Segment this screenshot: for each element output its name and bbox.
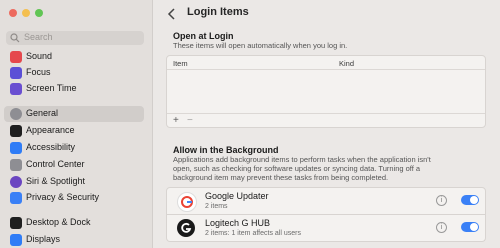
- sidebar-item-label: Displays: [26, 234, 61, 244]
- control-center-icon: [10, 159, 22, 171]
- minimize-window-button[interactable]: [22, 9, 30, 17]
- speaker-icon: [10, 51, 22, 63]
- main-content: Login Items Open at Login These items wi…: [153, 0, 500, 248]
- sidebar-item-screen-time[interactable]: Screen Time: [4, 81, 144, 97]
- sidebar-item-label: Desktop & Dock: [26, 217, 91, 227]
- moon-icon: [10, 67, 22, 79]
- login-items-table: Item Kind + −: [166, 55, 486, 128]
- sidebar-item-label: Privacy & Security: [26, 192, 100, 202]
- logitech-g-hub-icon: [177, 219, 195, 237]
- info-icon[interactable]: i: [436, 195, 447, 206]
- app-name: Logitech G HUB: [205, 218, 271, 228]
- search-placeholder: Search: [24, 32, 53, 42]
- appearance-icon: [10, 125, 22, 137]
- remove-login-item-button[interactable]: −: [187, 115, 193, 126]
- column-header-item[interactable]: Item: [173, 59, 188, 68]
- hand-icon: [10, 192, 22, 204]
- sidebar-item-label: Control Center: [26, 159, 85, 169]
- toolbar-divider: [167, 113, 485, 114]
- page-title: Login Items: [187, 6, 249, 18]
- sidebar-item-appearance[interactable]: Appearance: [4, 123, 144, 139]
- sidebar-item-control-center[interactable]: Control Center: [4, 157, 144, 173]
- siri-icon: [10, 176, 22, 188]
- close-window-button[interactable]: [9, 9, 17, 17]
- open-at-login-subtitle: These items will open automatically when…: [173, 41, 348, 50]
- sidebar-item-siri-spotlight[interactable]: Siri & Spotlight: [4, 174, 144, 190]
- background-subtitle-line-3: background item may prevent these tasks …: [173, 173, 389, 182]
- sidebar-item-displays[interactable]: Displays: [4, 232, 144, 248]
- info-icon[interactable]: i: [436, 222, 447, 233]
- hourglass-icon: [10, 83, 22, 95]
- header-divider: [167, 69, 485, 70]
- sidebar-item-accessibility[interactable]: Accessibility: [4, 140, 144, 156]
- open-at-login-title: Open at Login: [173, 31, 234, 41]
- gear-icon: [10, 108, 22, 120]
- app-subtitle: 2 items: 1 item affects all users: [205, 230, 301, 237]
- sidebar: Search Sound Focus Screen Time General A…: [0, 0, 153, 248]
- sidebar-item-privacy-security[interactable]: Privacy & Security: [4, 190, 144, 206]
- app-name: Google Updater: [205, 191, 269, 201]
- display-icon: [10, 234, 22, 246]
- background-title: Allow in the Background: [173, 145, 279, 155]
- sidebar-item-focus[interactable]: Focus: [4, 65, 144, 81]
- sidebar-item-label: Appearance: [26, 125, 75, 135]
- dock-icon: [10, 217, 22, 229]
- background-subtitle-line-2: open, such as checking for software upda…: [173, 164, 421, 173]
- sidebar-item-sound[interactable]: Sound: [4, 49, 144, 65]
- back-chevron-icon[interactable]: [167, 8, 177, 20]
- logitech-g-hub-toggle[interactable]: [461, 222, 479, 232]
- search-field[interactable]: Search: [6, 31, 144, 45]
- sidebar-item-label: Sound: [26, 51, 53, 61]
- sidebar-item-desktop-dock[interactable]: Desktop & Dock: [4, 215, 144, 231]
- sidebar-item-label: Accessibility: [26, 142, 76, 152]
- sidebar-item-label: Screen Time: [26, 83, 77, 93]
- sidebar-item-label: Siri & Spotlight: [26, 176, 86, 186]
- google-updater-icon: [177, 192, 197, 212]
- google-updater-toggle[interactable]: [461, 195, 479, 205]
- search-icon: [10, 33, 20, 43]
- column-header-kind[interactable]: Kind: [339, 59, 354, 68]
- accessibility-icon: [10, 142, 22, 154]
- background-subtitle-line-1: Applications add background items to per…: [173, 155, 431, 164]
- sidebar-item-label: General: [26, 108, 59, 118]
- background-item-row: Logitech G HUB 2 items: 1 item affects a…: [166, 215, 486, 242]
- zoom-window-button[interactable]: [35, 9, 43, 17]
- app-subtitle: 2 items: [205, 203, 228, 210]
- background-item-row: Google Updater 2 items i: [166, 187, 486, 215]
- add-login-item-button[interactable]: +: [173, 115, 179, 126]
- sidebar-item-general[interactable]: General: [4, 106, 144, 122]
- sidebar-item-label: Focus: [26, 67, 51, 77]
